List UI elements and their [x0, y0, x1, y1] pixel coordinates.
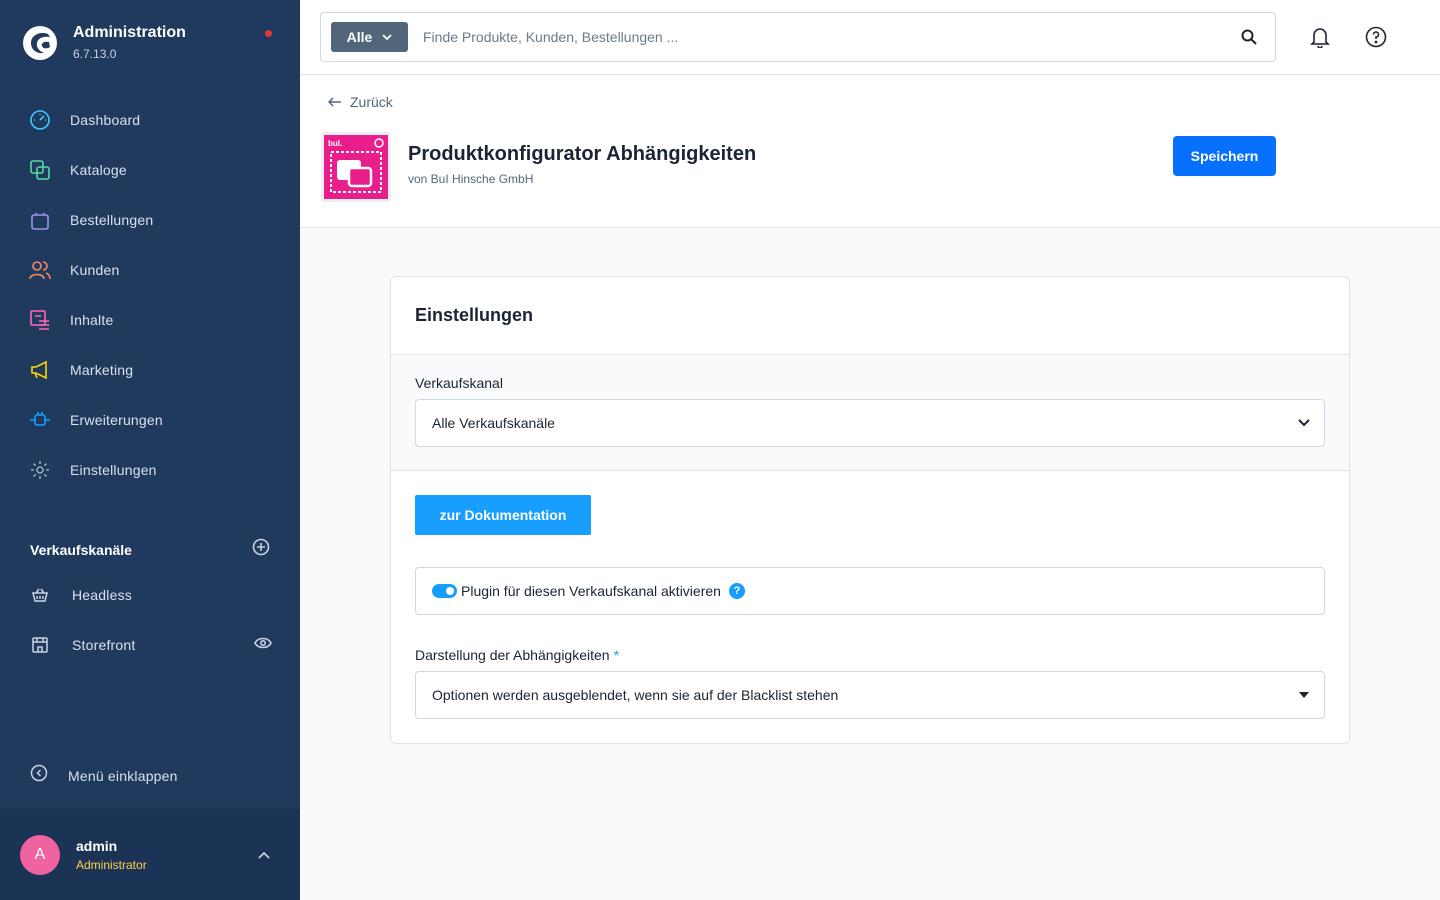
sales-channel-section: Verkaufskanal Alle Verkaufskanäle [391, 354, 1349, 471]
save-button[interactable]: Speichern [1173, 136, 1276, 176]
back-link[interactable]: Zurück [328, 94, 393, 110]
catalog-icon [28, 158, 52, 182]
shopware-logo-icon [23, 25, 57, 60]
card-title: Einstellungen [415, 305, 534, 325]
help-icon[interactable]: ? [728, 583, 745, 599]
brand-title: Administration [73, 24, 186, 41]
dashboard-icon [28, 108, 52, 132]
chevron-down-icon [1299, 692, 1309, 698]
topbar: Alle [300, 0, 1440, 75]
nav-label: Inhalte [70, 312, 114, 328]
help-icon[interactable] [1364, 25, 1388, 49]
notification-dot [265, 30, 272, 37]
activate-plugin-field: Plugin für diesen Verkaufskanal aktivier… [415, 567, 1325, 615]
add-sales-channel-icon[interactable] [252, 538, 270, 561]
nav-item-bestellungen[interactable]: Bestellungen [0, 195, 300, 245]
user-role: Administrator [76, 857, 147, 872]
main-nav: Dashboard Kataloge Bestellungen Kunden I… [0, 95, 300, 495]
nav-label: Einstellungen [70, 462, 157, 478]
content-icon [28, 308, 52, 332]
nav-item-einstellungen[interactable]: Einstellungen [0, 445, 300, 495]
arrow-left-icon [328, 97, 341, 107]
required-mark: * [613, 647, 620, 663]
brand[interactable]: Administration 6.7.13.0 [22, 24, 186, 61]
display-dependencies-value: Optionen werden ausgeblendet, wenn sie a… [432, 687, 839, 703]
sales-channels-header: Verkaufskanäle [30, 538, 270, 561]
chevron-down-icon [1298, 419, 1310, 427]
plugin-logo: buI. [321, 132, 391, 202]
user-menu[interactable]: A admin Administrator [0, 809, 300, 900]
nav-item-marketing[interactable]: Marketing [0, 345, 300, 395]
nav-item-kunden[interactable]: Kunden [0, 245, 300, 295]
shopping-bag-icon [28, 208, 52, 232]
display-label-text: Darstellung der Abhängigkeiten [415, 647, 610, 663]
sales-channel-label: Verkaufskanal [415, 375, 503, 391]
sales-channel-value: Alle Verkaufskanäle [432, 415, 555, 431]
storefront-icon [28, 633, 52, 657]
nav-item-erweiterungen[interactable]: Erweiterungen [0, 395, 300, 445]
back-label: Zurück [350, 94, 393, 110]
user-name: admin [76, 837, 118, 854]
nav-label: Kunden [70, 262, 120, 278]
nav-item-kataloge[interactable]: Kataloge [0, 145, 300, 195]
search-type-dropdown[interactable]: Alle [331, 22, 408, 52]
plugin-vendor: von BuI Hinsche GmbH [408, 172, 534, 186]
display-dependencies-label: Darstellung der Abhängigkeiten * [415, 647, 619, 663]
sales-channel-storefront[interactable]: Storefront [0, 620, 300, 670]
sidebar: Administration 6.7.13.0 Dashboard Katalo… [0, 0, 300, 900]
activate-plugin-toggle[interactable] [432, 584, 457, 598]
nav-label: Bestellungen [70, 212, 154, 228]
plug-icon [28, 408, 52, 432]
sales-channels-title: Verkaufskanäle [30, 541, 132, 558]
chevron-down-icon [382, 34, 392, 40]
bell-icon[interactable] [1308, 25, 1332, 49]
eye-icon[interactable] [254, 636, 272, 655]
nav-item-dashboard[interactable]: Dashboard [0, 95, 300, 145]
search-type-label: Alle [346, 29, 373, 45]
sales-channel-label: Storefront [72, 637, 136, 653]
sales-channel-label: Headless [72, 587, 132, 603]
gear-icon [28, 458, 52, 482]
nav-item-inhalte[interactable]: Inhalte [0, 295, 300, 345]
activate-plugin-label: Plugin für diesen Verkaufskanal aktivier… [461, 583, 721, 599]
chevron-up-icon[interactable] [258, 846, 270, 864]
page-header: Zurück buI. Produktkonfigurator Abhängig… [300, 76, 1440, 228]
brand-version: 6.7.13.0 [73, 47, 117, 61]
display-dependencies-select[interactable]: Optionen werden ausgeblendet, wenn sie a… [415, 671, 1325, 719]
sales-channel-select[interactable]: Alle Verkaufskanäle [415, 399, 1325, 447]
search-input[interactable] [423, 29, 1223, 45]
users-icon [28, 258, 52, 282]
settings-card: Einstellungen Verkaufskanal Alle Verkauf… [390, 276, 1350, 744]
search-icon[interactable] [1223, 29, 1275, 45]
chevron-left-circle-icon [30, 764, 48, 787]
avatar: A [20, 834, 60, 875]
basket-icon [28, 583, 52, 607]
global-search: Alle [320, 12, 1276, 62]
nav-label: Marketing [70, 362, 134, 378]
plugin-logo-text: buI. [328, 139, 342, 148]
megaphone-icon [28, 358, 52, 382]
nav-label: Kataloge [70, 162, 127, 178]
nav-label: Dashboard [70, 112, 141, 128]
collapse-label: Menü einklappen [68, 767, 178, 784]
page-title: Produktkonfigurator Abhängigkeiten [408, 143, 757, 165]
nav-label: Erweiterungen [70, 412, 163, 428]
documentation-button[interactable]: zur Dokumentation [415, 495, 591, 535]
sales-channel-headless[interactable]: Headless [0, 570, 300, 620]
sales-channel-list: Headless Storefront [0, 570, 300, 670]
collapse-menu-button[interactable]: Menü einklappen [30, 764, 178, 787]
